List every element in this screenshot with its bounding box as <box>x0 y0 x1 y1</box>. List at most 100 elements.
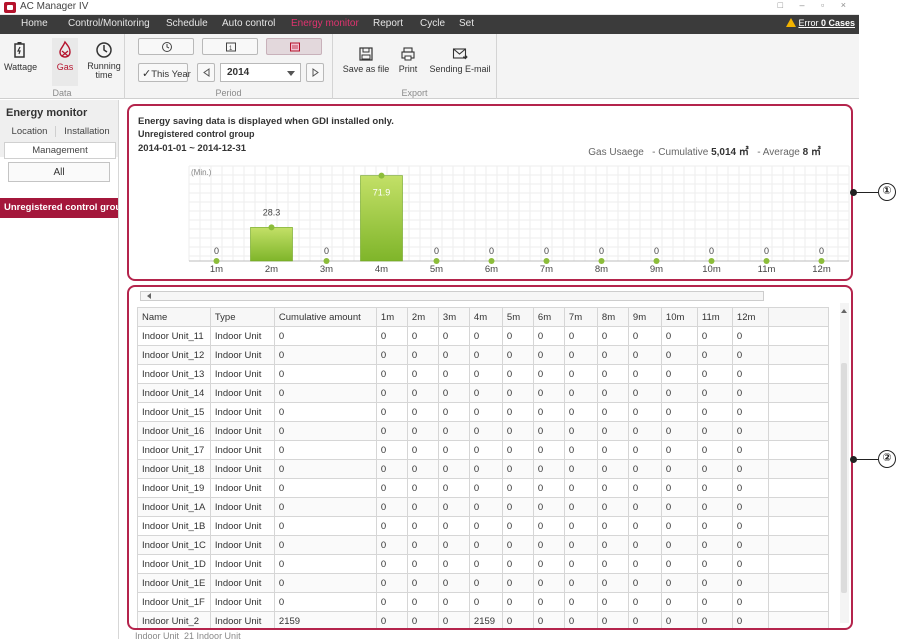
tab-installation[interactable]: Installation <box>58 126 116 137</box>
error-indicator[interactable]: Error 0 Cases <box>786 18 855 28</box>
data-point-4m[interactable] <box>378 172 385 179</box>
bar-2m[interactable] <box>250 227 293 262</box>
table-cell: 0 <box>563 440 598 460</box>
period-monthly-button[interactable]: 1 <box>202 38 258 55</box>
table-cell: 0 <box>563 383 598 403</box>
table-cell: Indoor Unit_13 <box>137 364 211 384</box>
column-header[interactable]: 1m <box>375 307 408 327</box>
table-row[interactable]: Indoor Unit_2 Indoor Unit 2159 0 0 0 2159 0 0 0 0 0… <box>137 611 829 628</box>
table-cell: 0 <box>532 554 565 574</box>
table-cell: 0 <box>273 326 377 346</box>
tab-management[interactable]: Management <box>4 142 116 159</box>
column-header[interactable]: Type <box>209 307 275 327</box>
data-point-2m[interactable] <box>268 224 275 231</box>
column-header[interactable]: 10m <box>660 307 698 327</box>
menu-item-report[interactable]: Report <box>373 18 403 29</box>
column-header[interactable]: 7m <box>563 307 598 327</box>
table-row[interactable]: Indoor Unit_1D Indoor Unit 0 0 0 0 0 0 0 0 0 0 0 0 0 <box>137 554 829 574</box>
previous-year-button[interactable] <box>197 63 215 82</box>
running-time-button[interactable]: Running time <box>86 40 122 86</box>
gas-button[interactable]: Gas <box>52 38 78 86</box>
table-cell-filler <box>767 402 829 422</box>
table-row[interactable]: Indoor Unit_1E Indoor Unit 0 0 0 0 0 0 0 0 0 0 0 0 0 <box>137 573 829 593</box>
x-tick-11m: 11m <box>758 264 776 275</box>
column-header[interactable]: Cumulative amount <box>273 307 377 327</box>
table-row[interactable]: Indoor Unit_18 Indoor Unit 0 0 0 0 0 0 0 0 0 0 0 0 0 <box>137 459 829 479</box>
table-row[interactable]: Indoor Unit_17 Indoor Unit 0 0 0 0 0 0 0 0 0 0 0 0 0 <box>137 440 829 460</box>
x-tick-2m: 2m <box>265 264 278 275</box>
data-label-4m: 71.9 <box>373 188 391 198</box>
table-row[interactable]: Indoor Unit_12 Indoor Unit 0 0 0 0 0 0 0 0 0 0 0 0 0 <box>137 345 829 365</box>
table-cell: 0 <box>273 459 377 479</box>
table-cell: 0 <box>596 326 629 346</box>
table-cell-filler <box>767 326 829 346</box>
sidebar-item-unregistered-control-group[interactable]: Unregistered control group <box>0 198 118 218</box>
vertical-scrollbar[interactable] <box>840 303 849 623</box>
menu-item-energy-monitor[interactable]: Energy monitor <box>291 18 359 29</box>
send-email-button[interactable]: Sending E-mail <box>427 46 493 74</box>
print-button[interactable]: Print <box>395 46 421 74</box>
menu-item-home[interactable]: Home <box>21 18 48 29</box>
menu-item-control-monitoring[interactable]: Control/Monitoring <box>68 18 150 29</box>
year-select[interactable]: 2014 <box>220 63 301 82</box>
table-cell: 0 <box>596 516 629 536</box>
column-header[interactable]: 6m <box>532 307 565 327</box>
table-row[interactable]: Indoor Unit_16 Indoor Unit 0 0 0 0 0 0 0 0 0 0 0 0 0 <box>137 421 829 441</box>
table-cell: 0 <box>375 478 408 498</box>
table-cell: 0 <box>375 402 408 422</box>
data-label-6m: 0 <box>489 246 494 256</box>
table-row[interactable]: Indoor Unit_15 Indoor Unit 0 0 0 0 0 0 0 0 0 0 0 0 0 <box>137 402 829 422</box>
table-row[interactable]: Indoor Unit_19 Indoor Unit 0 0 0 0 0 0 0 0 0 0 0 0 0 <box>137 478 829 498</box>
horizontal-scrollbar[interactable] <box>140 291 764 301</box>
column-header[interactable]: 9m <box>627 307 662 327</box>
save-as-file-button[interactable]: Save as file <box>341 46 391 74</box>
table-cell: 0 <box>375 383 408 403</box>
table-cell-filler <box>767 345 829 365</box>
menu-item-schedule[interactable]: Schedule <box>166 18 208 29</box>
all-button[interactable]: All <box>8 162 110 182</box>
column-header[interactable]: 12m <box>731 307 769 327</box>
period-yearly-button[interactable] <box>266 38 322 55</box>
x-tick-3m: 3m <box>320 264 333 275</box>
scroll-thumb[interactable] <box>841 363 847 593</box>
table-cell: 0 <box>563 421 598 441</box>
column-header[interactable]: 2m <box>406 307 439 327</box>
table-cell-filler <box>767 459 829 479</box>
table-cell: 0 <box>273 345 377 365</box>
table-cell: 0 <box>532 516 565 536</box>
column-header[interactable]: 8m <box>596 307 629 327</box>
table-row[interactable]: Indoor Unit_1C Indoor Unit 0 0 0 0 0 0 0 0 0 0 0 0 0 <box>137 535 829 555</box>
table-row[interactable]: Indoor Unit_1B Indoor Unit 0 0 0 0 0 0 0 0 0 0 0 0 0 <box>137 516 829 536</box>
table-cell: 0 <box>660 573 698 593</box>
table-cell: 0 <box>696 497 733 517</box>
menu-item-auto-control[interactable]: Auto control <box>222 18 275 29</box>
table-cell: 0 <box>731 326 769 346</box>
next-year-button[interactable] <box>306 63 324 82</box>
this-year-button[interactable]: ✓This Year <box>138 63 191 82</box>
column-header[interactable]: 3m <box>437 307 470 327</box>
menu-item-set[interactable]: Set <box>459 18 474 29</box>
table-row[interactable]: Indoor Unit_1A Indoor Unit 0 0 0 0 0 0 0 0 0 0 0 0 0 <box>137 497 829 517</box>
table-row[interactable]: Indoor Unit_1F Indoor Unit 0 0 0 0 0 0 0 0 0 0 0 0 0 <box>137 592 829 612</box>
column-header[interactable]: 4m <box>468 307 503 327</box>
wattage-button[interactable]: Wattage <box>4 40 37 85</box>
table-row[interactable]: Indoor Unit_13 Indoor Unit 0 0 0 0 0 0 0 0 0 0 0 0 0 <box>137 364 829 384</box>
table-row[interactable]: Indoor Unit_11 Indoor Unit 0 0 0 0 0 0 0 0 0 0 0 0 0 <box>137 326 829 346</box>
period-daily-button[interactable] <box>138 38 194 55</box>
table-cell: 0 <box>375 573 408 593</box>
table-cell: 0 <box>468 459 503 479</box>
table-cell: 0 <box>501 345 534 365</box>
tab-location[interactable]: Location <box>4 126 56 137</box>
table-cell: 0 <box>731 611 769 628</box>
column-header[interactable]: 5m <box>501 307 534 327</box>
menu-item-cycle[interactable]: Cycle <box>420 18 445 29</box>
column-header[interactable]: 11m <box>696 307 733 327</box>
x-tick-5m: 5m <box>430 264 443 275</box>
export-group-label: Export <box>401 88 428 98</box>
column-header[interactable]: Name <box>137 307 211 327</box>
window-controls[interactable]: □ – ▫ × <box>778 0 853 10</box>
battery-icon <box>14 42 25 58</box>
running-time-label: Running time <box>87 61 121 80</box>
x-tick-10m: 10m <box>702 264 721 275</box>
table-row[interactable]: Indoor Unit_14 Indoor Unit 0 0 0 0 0 0 0 0 0 0 0 0 0 <box>137 383 829 403</box>
